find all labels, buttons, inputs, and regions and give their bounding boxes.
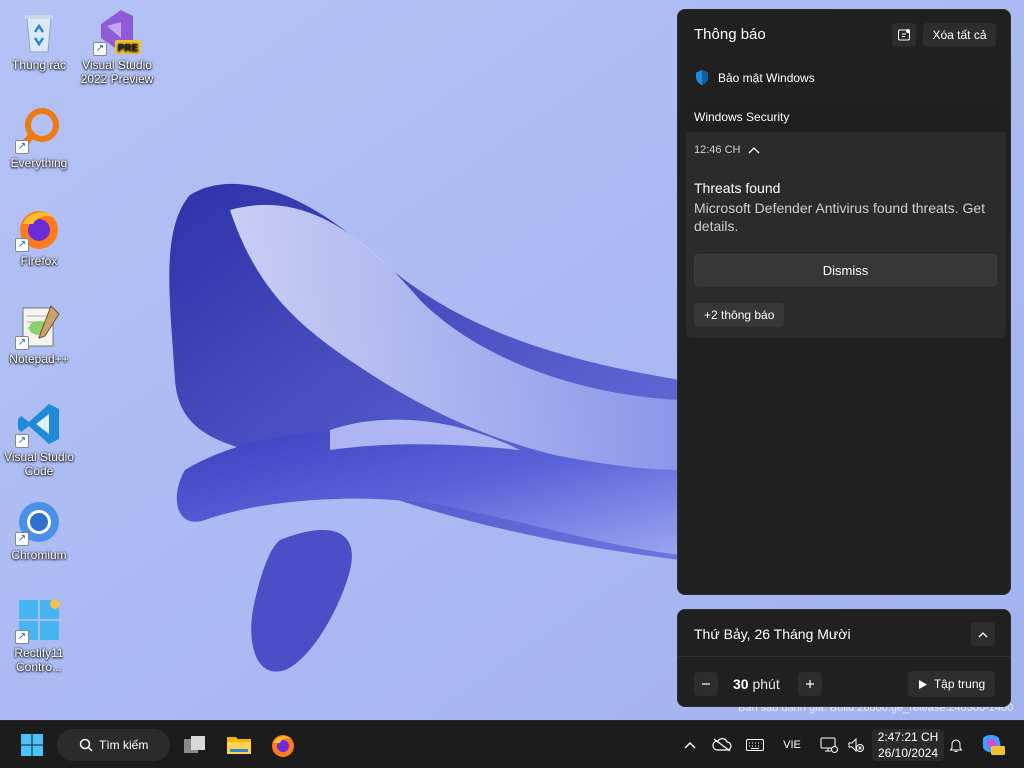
file-explorer-button[interactable] <box>225 731 253 759</box>
shortcut-arrow-icon: ↗ <box>93 42 107 56</box>
desktop-icon-notepad-plus-plus[interactable]: ↗ Notepad++ <box>2 302 76 366</box>
network-tray-button[interactable] <box>818 734 840 756</box>
notification-app-header[interactable]: Bảo mật Windows <box>694 69 815 86</box>
desktop-icon-firefox[interactable]: ↗ Firefox <box>2 204 76 268</box>
desktop-icon-visual-studio[interactable]: PRE ↗ Visual Studio 2022 Preview <box>80 8 154 86</box>
dismiss-button[interactable]: Dismiss <box>694 254 997 286</box>
more-notifications-button[interactable]: +2 thông báo <box>694 303 785 327</box>
volume-tray-button[interactable] <box>845 734 867 756</box>
notification-time-text: 12:46 CH <box>694 144 741 156</box>
shortcut-arrow-icon: ↗ <box>15 140 29 154</box>
taskbar: Tìm kiếm VIE 2:47:21 CH 26/10/2024 <box>0 720 1024 768</box>
windows-security-shield-icon <box>696 70 708 85</box>
desktop-icon-vscode[interactable]: ↗ Visual Studio Code <box>2 400 76 478</box>
shortcut-arrow-icon: ↗ <box>15 434 29 448</box>
taskbar-search-label: Tìm kiếm <box>99 738 149 752</box>
desktop-icon-label: Notepad++ <box>9 352 69 366</box>
shortcut-arrow-icon: ↗ <box>15 336 29 350</box>
input-language-button[interactable]: VIE <box>778 734 806 756</box>
minus-icon <box>702 683 710 685</box>
notification-time: 12:46 CH <box>694 144 760 156</box>
taskbar-time: 2:47:21 CH <box>877 730 939 744</box>
chevron-up-icon <box>684 742 696 749</box>
desktop-icon-chromium[interactable]: ↗ Chromium <box>2 498 76 562</box>
show-hidden-icons-button[interactable] <box>682 734 698 756</box>
notification-card[interactable]: Windows Security 12:46 CH Threats found … <box>686 102 1006 338</box>
plus-icon <box>806 680 814 688</box>
play-icon <box>918 679 927 689</box>
taskbar-date: 26/10/2024 <box>877 746 939 760</box>
taskbar-search-box[interactable]: Tìm kiếm <box>57 729 170 761</box>
focus-decrease-button[interactable] <box>694 672 718 696</box>
svg-text:PRE: PRE <box>118 43 139 54</box>
firefox-taskbar-button[interactable] <box>269 731 297 759</box>
desktop-icon-label: Rectify11 Contro... <box>14 646 64 674</box>
chevron-up-icon <box>978 631 988 637</box>
notification-center-title: Thông báo <box>694 26 766 43</box>
copilot-icon <box>983 735 1005 755</box>
calendar-collapse-button[interactable] <box>971 622 995 646</box>
everything-search-icon: ↗ <box>15 106 63 154</box>
chromium-icon: ↗ <box>15 498 63 546</box>
windows-start-icon[interactable] <box>20 733 44 757</box>
bell-icon <box>949 739 963 752</box>
calendar-focus-panel: Thứ Bảy, 26 Tháng Mười 30 phút Tập trung <box>677 609 1011 707</box>
shortcut-arrow-icon: ↗ <box>15 532 29 546</box>
notification-body: Microsoft Defender Antivirus found threa… <box>694 200 986 234</box>
desktop-icon-label: Visual Studio Code <box>4 450 74 478</box>
focus-duration-value: 30 <box>733 676 749 692</box>
desktop-icon-recycle-bin[interactable]: Thùng rác <box>2 8 76 72</box>
visual-studio-icon: PRE ↗ <box>93 8 141 56</box>
taskbar-clock[interactable]: 2:47:21 CH 26/10/2024 <box>872 729 944 761</box>
desktop-icon-label: Visual Studio 2022 Preview <box>80 58 154 86</box>
shortcut-arrow-icon: ↗ <box>15 238 29 252</box>
rectify11-icon: ↗ <box>15 596 63 644</box>
cloud-offline-icon <box>712 738 732 752</box>
start-focus-label: Tập trung <box>933 677 986 691</box>
focus-duration: 30 phút <box>733 676 780 692</box>
notification-card-header: Windows Security <box>686 102 1006 132</box>
volume-muted-icon <box>848 737 864 753</box>
notification-title: Threats found <box>694 180 781 196</box>
shortcut-arrow-icon: ↗ <box>15 630 29 644</box>
notepad-plus-plus-icon: ↗ <box>15 302 63 350</box>
do-not-disturb-icon <box>898 29 910 41</box>
desktop-icon-label: Firefox <box>20 254 58 268</box>
start-focus-button[interactable]: Tập trung <box>908 671 995 697</box>
panel-divider <box>678 656 1010 657</box>
file-explorer-icon <box>227 737 251 754</box>
desktop-icon-rectify11[interactable]: ↗ Rectify11 Contro... <box>2 596 76 674</box>
desktop-icon-label: Everything <box>10 156 68 170</box>
notification-app-name: Bảo mật Windows <box>718 70 815 85</box>
focus-increase-button[interactable] <box>798 672 822 696</box>
calendar-date: Thứ Bảy, 26 Tháng Mười <box>694 626 851 642</box>
vscode-icon: ↗ <box>15 400 63 448</box>
desktop-icon-label: Thùng rác <box>11 58 67 72</box>
task-view-icon <box>184 736 205 753</box>
recycle-bin-icon <box>15 8 63 56</box>
firefox-icon: ↗ <box>15 204 63 252</box>
notification-center: Thông báo Xóa tất cả Bảo mật Windows Win… <box>677 9 1011 595</box>
task-view-button[interactable] <box>181 731 209 759</box>
search-icon <box>79 738 93 752</box>
desktop-icon-label: Chromium <box>11 548 67 562</box>
chevron-up-icon[interactable] <box>748 146 760 154</box>
firefox-icon <box>272 735 294 757</box>
copilot-preview-button[interactable] <box>978 734 1006 756</box>
keyboard-icon <box>746 739 764 751</box>
network-icon <box>820 737 838 753</box>
do-not-disturb-button[interactable] <box>892 23 916 47</box>
focus-duration-unit: phút <box>752 676 780 692</box>
clear-all-button[interactable]: Xóa tất cả <box>923 23 996 47</box>
onedrive-tray-button[interactable] <box>710 734 734 756</box>
touch-keyboard-button[interactable] <box>744 734 766 756</box>
desktop-icon-everything[interactable]: ↗ Everything <box>2 106 76 170</box>
notification-bell-button[interactable] <box>946 734 966 756</box>
